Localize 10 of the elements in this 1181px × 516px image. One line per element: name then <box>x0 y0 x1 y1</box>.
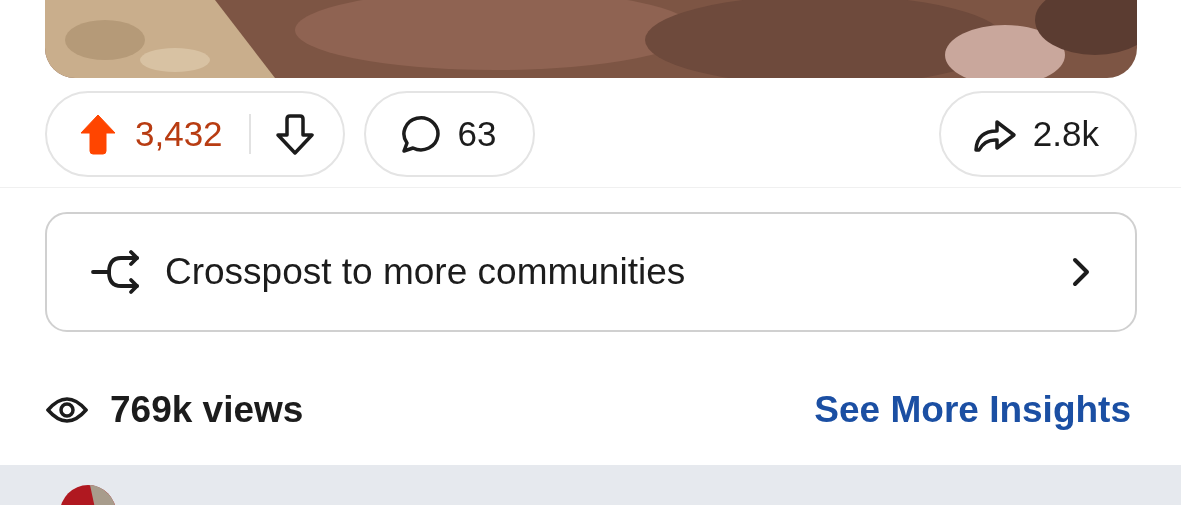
eye-icon <box>46 396 88 424</box>
vote-score: 3,432 <box>135 114 223 154</box>
comments-button[interactable]: 63 <box>363 91 535 177</box>
chevron-right-icon <box>1071 257 1091 287</box>
crosspost-button[interactable]: Crosspost to more communities <box>45 212 1137 332</box>
share-button[interactable]: 2.8k <box>938 91 1137 177</box>
views-count: 769k views <box>110 389 305 431</box>
upvote-icon[interactable] <box>79 113 117 155</box>
insights-link[interactable]: See More Insights <box>814 389 1131 431</box>
downvote-icon[interactable] <box>274 113 315 155</box>
